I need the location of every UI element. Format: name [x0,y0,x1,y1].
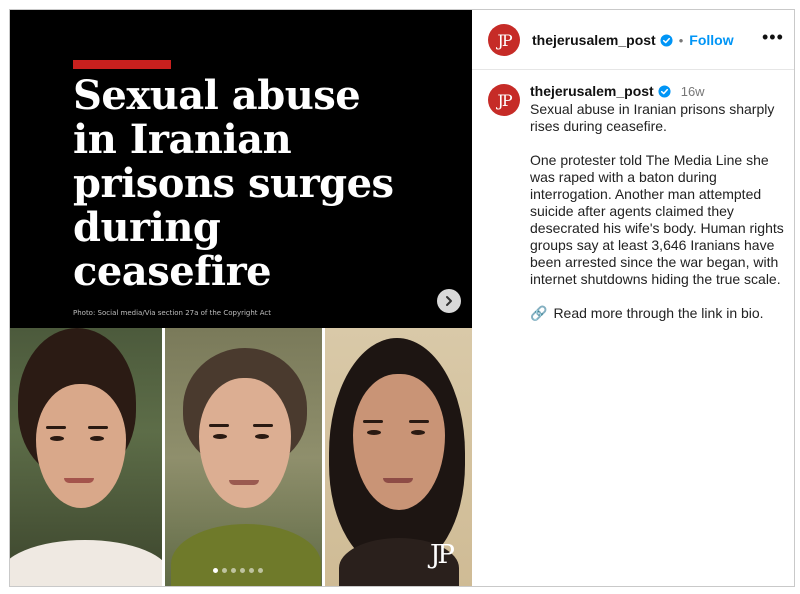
headline-accent-bar [73,60,171,69]
post-side-panel: JP thejerusalem_post • Follow ••• JP the… [472,10,794,586]
headline-panel: Sexual abuse in Iranian prisons surges d… [10,10,472,328]
headline-text: Sexual abuse in Iranian prisons surges d… [73,72,394,295]
caption-paragraph-1: Sexual abuse in Iranian prisons sharply … [530,101,775,134]
more-options-icon[interactable]: ••• [762,27,784,48]
carousel-dot [231,568,236,573]
portrait-woman-1 [10,328,162,586]
post-age[interactable]: 16w [681,83,705,100]
header-username[interactable]: thejerusalem_post [532,32,656,48]
verified-badge-icon [658,85,671,98]
follow-button[interactable]: Follow [689,32,733,48]
read-more-text: Read more through the link in bio. [553,305,764,321]
carousel-next-button[interactable] [437,289,461,313]
caption-user-row: thejerusalem_post 16w [530,83,788,100]
account-avatar[interactable]: JP [488,24,520,56]
carousel-dot [222,568,227,573]
post-media[interactable]: Sexual abuse in Iranian prisons surges d… [10,10,472,586]
header-separator: • [678,32,684,48]
portrait-strip [10,328,472,586]
post-header: JP thejerusalem_post • Follow ••• [472,10,794,70]
carousel-dot [258,568,263,573]
caption-avatar[interactable]: JP [488,84,520,116]
jp-watermark-logo: JP [430,540,455,570]
carousel-indicator [213,568,263,573]
caption-username[interactable]: thejerusalem_post [530,83,654,100]
carousel-dot [240,568,245,573]
carousel-dot [249,568,254,573]
link-icon: 🔗 [530,305,548,321]
carousel-dot [213,568,218,573]
header-user-row: thejerusalem_post • Follow [532,32,734,48]
caption-paragraph-2: One protester told The Media Line she wa… [530,152,784,287]
caption-body: thejerusalem_post 16w Sexual abuse in Ir… [530,83,788,322]
read-more-line: 🔗 Read more through the link in bio. [530,305,788,322]
photo-credit: Photo: Social media/Via section 27a of t… [73,309,272,317]
chevron-right-icon [446,296,452,306]
post-viewer: Sexual abuse in Iranian prisons surges d… [9,9,795,587]
portrait-woman-2 [162,328,322,586]
verified-badge-icon [660,33,673,47]
